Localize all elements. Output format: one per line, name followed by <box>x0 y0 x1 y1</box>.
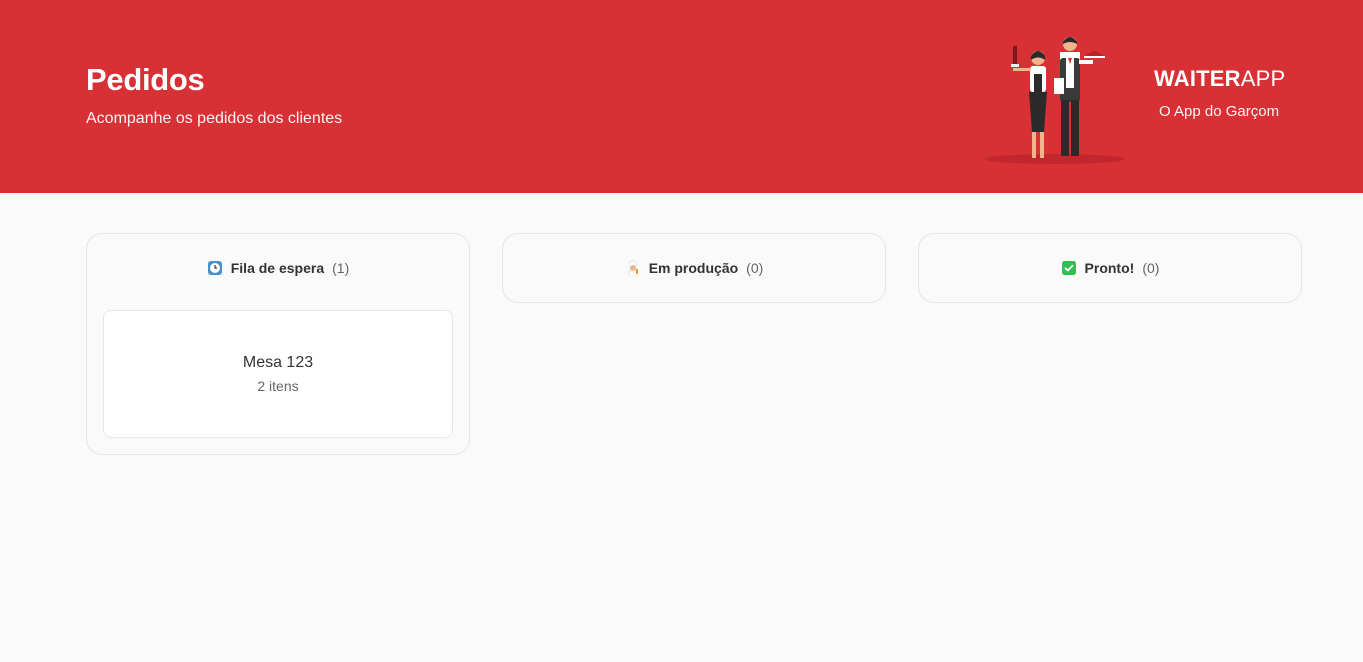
waiters-illustration <box>985 37 1125 164</box>
order-table: Mesa 123 <box>242 354 314 371</box>
brand-name-light: APP <box>1240 66 1286 91</box>
column-header: Em produção (0) <box>503 234 885 302</box>
page-title: Pedidos <box>86 62 205 97</box>
chef-icon <box>625 260 641 276</box>
column-header: Fila de espera (1) <box>87 234 469 302</box>
order-items-count: 2 itens <box>257 378 299 394</box>
column-count: (1) <box>332 260 350 276</box>
column-ready: Pronto! (0) <box>918 233 1302 303</box>
column-count: (0) <box>746 260 764 276</box>
column-title: Em produção <box>648 260 739 276</box>
column-waiting: Fila de espera (1) Mesa 123 2 itens <box>86 233 470 455</box>
brand-tagline: O App do Garçom <box>1159 103 1280 120</box>
column-header: Pronto! (0) <box>919 234 1301 302</box>
column-title: Fila de espera <box>230 260 325 276</box>
brand-logo: WAITERAPP <box>1154 66 1285 92</box>
column-count: (0) <box>1142 260 1160 276</box>
column-in-production: Em produção (0) <box>502 233 886 303</box>
brand-name-bold: WAITER <box>1154 66 1241 91</box>
clock-icon <box>207 260 223 276</box>
page-subtitle: Acompanhe os pedidos dos clientes <box>86 110 343 127</box>
order-card[interactable]: Mesa 123 2 itens <box>103 310 453 438</box>
check-icon <box>1061 260 1077 276</box>
column-title: Pronto! <box>1084 260 1135 276</box>
page-header: Pedidos Acompanhe os pedidos dos cliente… <box>0 0 1363 193</box>
